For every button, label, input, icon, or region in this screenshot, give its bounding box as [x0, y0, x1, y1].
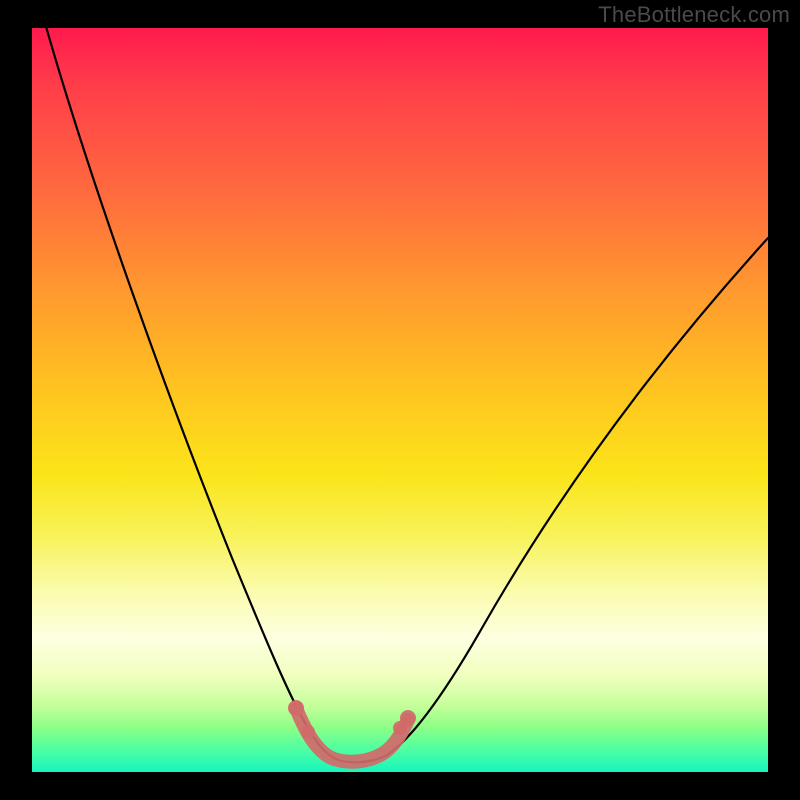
chart-frame: TheBottleneck.com — [0, 0, 800, 800]
plot-area — [32, 28, 768, 772]
accent-dot-right — [400, 710, 416, 726]
curve-svg — [32, 28, 768, 772]
watermark-text: TheBottleneck.com — [598, 2, 790, 28]
bottleneck-curve — [45, 28, 768, 762]
accent-dot-left-2 — [301, 725, 315, 739]
accent-dot-left — [288, 700, 304, 716]
